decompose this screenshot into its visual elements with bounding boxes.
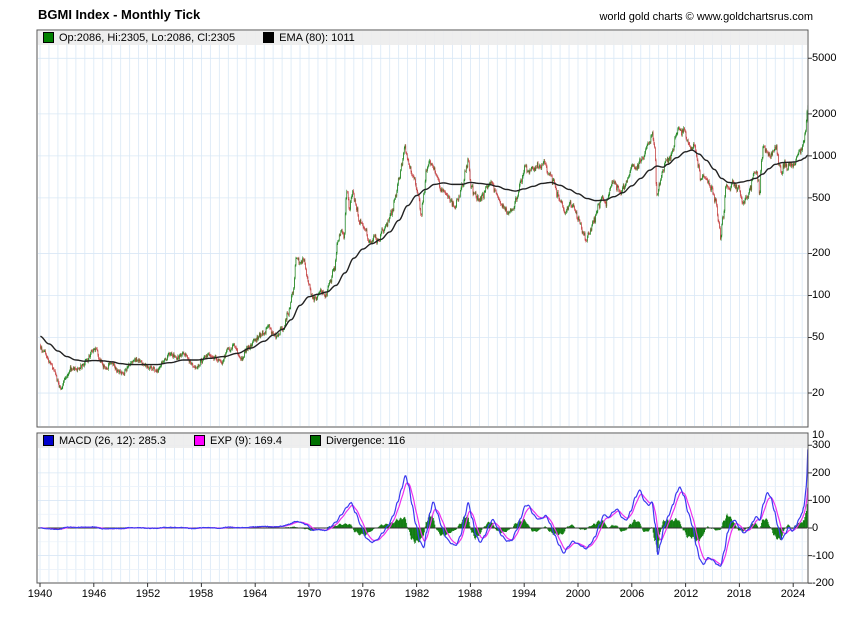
candle-bodies-down bbox=[40, 127, 803, 389]
gold-chart-page: BGMI Index - Monthly Tick world gold cha… bbox=[0, 0, 850, 619]
macd-legend: MACD (26, 12): 285.3 EXP (9): 169.4 Dive… bbox=[38, 434, 811, 447]
chart-canvas bbox=[36, 29, 812, 587]
page-title: BGMI Index - Monthly Tick bbox=[38, 7, 201, 22]
macd-line bbox=[40, 449, 809, 567]
legend-item-macd: MACD (26, 12): 285.3 bbox=[43, 435, 166, 447]
axis-tick-marks bbox=[39, 57, 812, 587]
legend-item-divergence-label: Divergence: 116 bbox=[325, 434, 406, 447]
ema-swatch-icon bbox=[263, 32, 275, 43]
legend-item-ohlc: Op:2086, Hi:2305, Lo:2086, Cl:2305 bbox=[43, 32, 235, 44]
divergence-swatch-icon bbox=[309, 435, 321, 446]
value-gridlines bbox=[38, 57, 807, 556]
candle-bodies-up bbox=[40, 105, 809, 390]
legend-item-exp-label: EXP (9): 169.4 bbox=[210, 434, 282, 447]
exp-line bbox=[40, 482, 809, 566]
macd-swatch-icon bbox=[43, 435, 54, 446]
candle-wicks-down bbox=[40, 126, 803, 391]
legend-item-ohlc-label: Op:2086, Hi:2305, Lo:2086, Cl:2305 bbox=[59, 31, 236, 44]
macd-panel-border bbox=[36, 432, 809, 584]
legend-item-macd-label: MACD (26, 12): 285.3 bbox=[59, 434, 166, 447]
ohlc-swatch-icon bbox=[43, 32, 54, 43]
candle-wicks-up bbox=[40, 105, 809, 390]
legend-item-divergence: Divergence: 116 bbox=[309, 434, 406, 447]
ema-line bbox=[40, 149, 809, 366]
exp-swatch-icon bbox=[194, 435, 205, 446]
legend-item-exp: EXP (9): 169.4 bbox=[194, 435, 282, 447]
price-legend: Op:2086, Hi:2305, Lo:2086, Cl:2305 EMA (… bbox=[38, 31, 811, 44]
legend-item-ema-label: EMA (80): 1011 bbox=[279, 31, 355, 44]
legend-item-ema: EMA (80): 1011 bbox=[263, 32, 355, 44]
copyright-note: world gold charts © www.goldchartsrus.co… bbox=[599, 11, 813, 23]
